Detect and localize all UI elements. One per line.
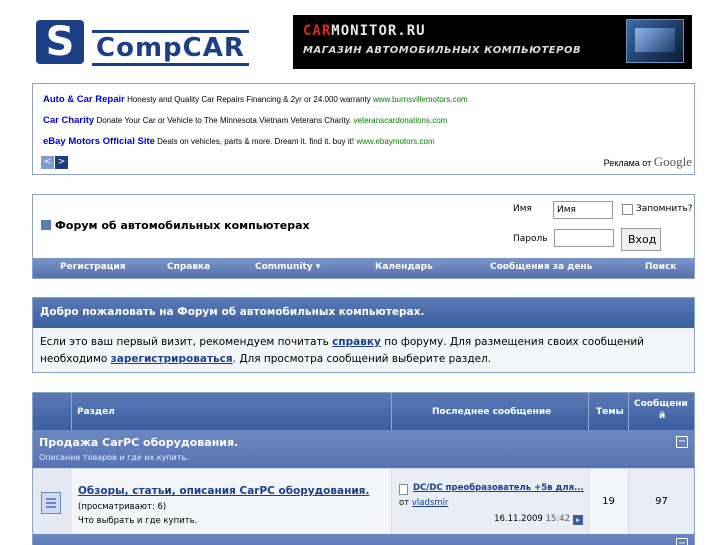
- register-link[interactable]: зарегистрироваться: [111, 353, 233, 365]
- col-section: Раздел: [77, 407, 115, 417]
- password-label: Пароль: [513, 234, 548, 244]
- banner-subtitle: МАГАЗИН АВТОМОБИЛЬНЫХ КОМПЬЮТЕРОВ: [303, 45, 582, 56]
- ad-prev-button[interactable]: <: [41, 156, 54, 169]
- forum-header-box: Форум об автомобильных компьютерах Имя З…: [32, 194, 695, 279]
- ad-item[interactable]: eBay Motors Official Site Deals on vehic…: [43, 136, 435, 147]
- site-logo[interactable]: S CompCAR: [36, 20, 282, 68]
- ad-nav: < >: [41, 154, 69, 169]
- posts-count: 97: [628, 469, 694, 535]
- forum-title[interactable]: Форум об автомобильных компьютерах: [41, 219, 310, 232]
- forum-status-cell: [33, 469, 71, 535]
- last-post-date: 16.11.2009 15:42: [494, 514, 570, 524]
- username-input[interactable]: [553, 201, 613, 219]
- forum-icon: [41, 220, 51, 230]
- ads-by-google[interactable]: Реклама от Google: [604, 154, 692, 170]
- topics-count: 19: [588, 469, 628, 535]
- collapse-icon[interactable]: −: [676, 436, 688, 448]
- last-post-author: от vladsmir: [399, 498, 449, 508]
- login-button[interactable]: Вход: [621, 228, 661, 251]
- category-title[interactable]: Продажа CarPC оборудования.: [39, 436, 238, 449]
- logo-mark: S: [36, 20, 84, 64]
- col-posts: Сообщени: [634, 399, 688, 409]
- help-link[interactable]: справку: [332, 336, 381, 348]
- forum-navbar: Регистрация Справка Community ▾ Календар…: [33, 258, 694, 278]
- post-icon: [399, 484, 408, 495]
- welcome-text: Если это ваш первый визит, рекомендуем п…: [40, 336, 644, 365]
- remember-label: Запомнить?: [636, 204, 693, 214]
- subforum-desc: Что выбрать и где купить.: [78, 516, 198, 526]
- nav-help[interactable]: Справка: [167, 262, 210, 272]
- collapse-icon[interactable]: −: [676, 538, 688, 545]
- viewers-count: (просматривают: 6): [78, 502, 167, 512]
- category-row: Продажа CarPC оборудования. Описание тов…: [33, 430, 694, 468]
- carmonitor-banner[interactable]: CARMONITOR.RU МАГАЗИН АВТОМОБИЛЬНЫХ КОМП…: [293, 15, 692, 69]
- welcome-heading: Добро пожаловать на Форум об автомобильн…: [33, 298, 694, 328]
- car-pc-device-image: [626, 19, 684, 63]
- forum-table: Раздел Последнее сообщение Темы Сообщени…: [32, 392, 695, 545]
- col-topics: Темы: [596, 407, 624, 417]
- password-input[interactable]: [554, 229, 614, 247]
- table-row: Обзоры, статьи, описания CarPC оборудова…: [33, 468, 694, 535]
- username-label: Имя: [513, 204, 532, 214]
- subforum-link[interactable]: Обзоры, статьи, описания CarPC оборудова…: [78, 485, 369, 497]
- nav-community[interactable]: Community ▾: [255, 262, 320, 272]
- forum-status-icon: [41, 492, 61, 514]
- google-ads-box: Auto & Car Repair Honesty and Quality Ca…: [32, 83, 695, 175]
- nav-search[interactable]: Поиск: [645, 262, 676, 272]
- welcome-box: Добро пожаловать на Форум об автомобильн…: [32, 297, 695, 373]
- remember-checkbox[interactable]: [622, 204, 633, 215]
- table-header: Раздел Последнее сообщение Темы Сообщени…: [33, 393, 694, 430]
- last-post-cell: DC/DC преобразователь +5в для... от vlad…: [391, 469, 588, 535]
- logo-text: CompCAR: [92, 30, 249, 66]
- ad-item[interactable]: Auto & Car Repair Honesty and Quality Ca…: [43, 94, 468, 105]
- last-post-link[interactable]: DC/DC преобразователь +5в для...: [413, 483, 584, 493]
- page-header: S CompCAR CARMONITOR.RU МАГАЗИН АВТОМОБИ…: [0, 0, 727, 80]
- goto-last-post-icon[interactable]: ▸: [573, 515, 583, 525]
- nav-todays-posts[interactable]: Сообщения за день: [490, 262, 592, 272]
- author-link[interactable]: vladsmir: [412, 498, 449, 508]
- ad-next-button[interactable]: >: [55, 156, 68, 169]
- nav-calendar[interactable]: Календарь: [375, 262, 433, 272]
- ad-item[interactable]: Car Charity Donate Your Car or Vehicle t…: [43, 115, 447, 126]
- category-desc: Описание товаров и где их купить.: [39, 453, 189, 462]
- category-row-next: −: [33, 534, 694, 545]
- forum-info-cell: Обзоры, статьи, описания CarPC оборудова…: [71, 469, 391, 535]
- banner-title: CARMONITOR.RU: [303, 23, 426, 39]
- col-last-post: Последнее сообщение: [432, 407, 552, 417]
- col-posts-cont: й: [659, 411, 666, 421]
- nav-register[interactable]: Регистрация: [60, 262, 126, 272]
